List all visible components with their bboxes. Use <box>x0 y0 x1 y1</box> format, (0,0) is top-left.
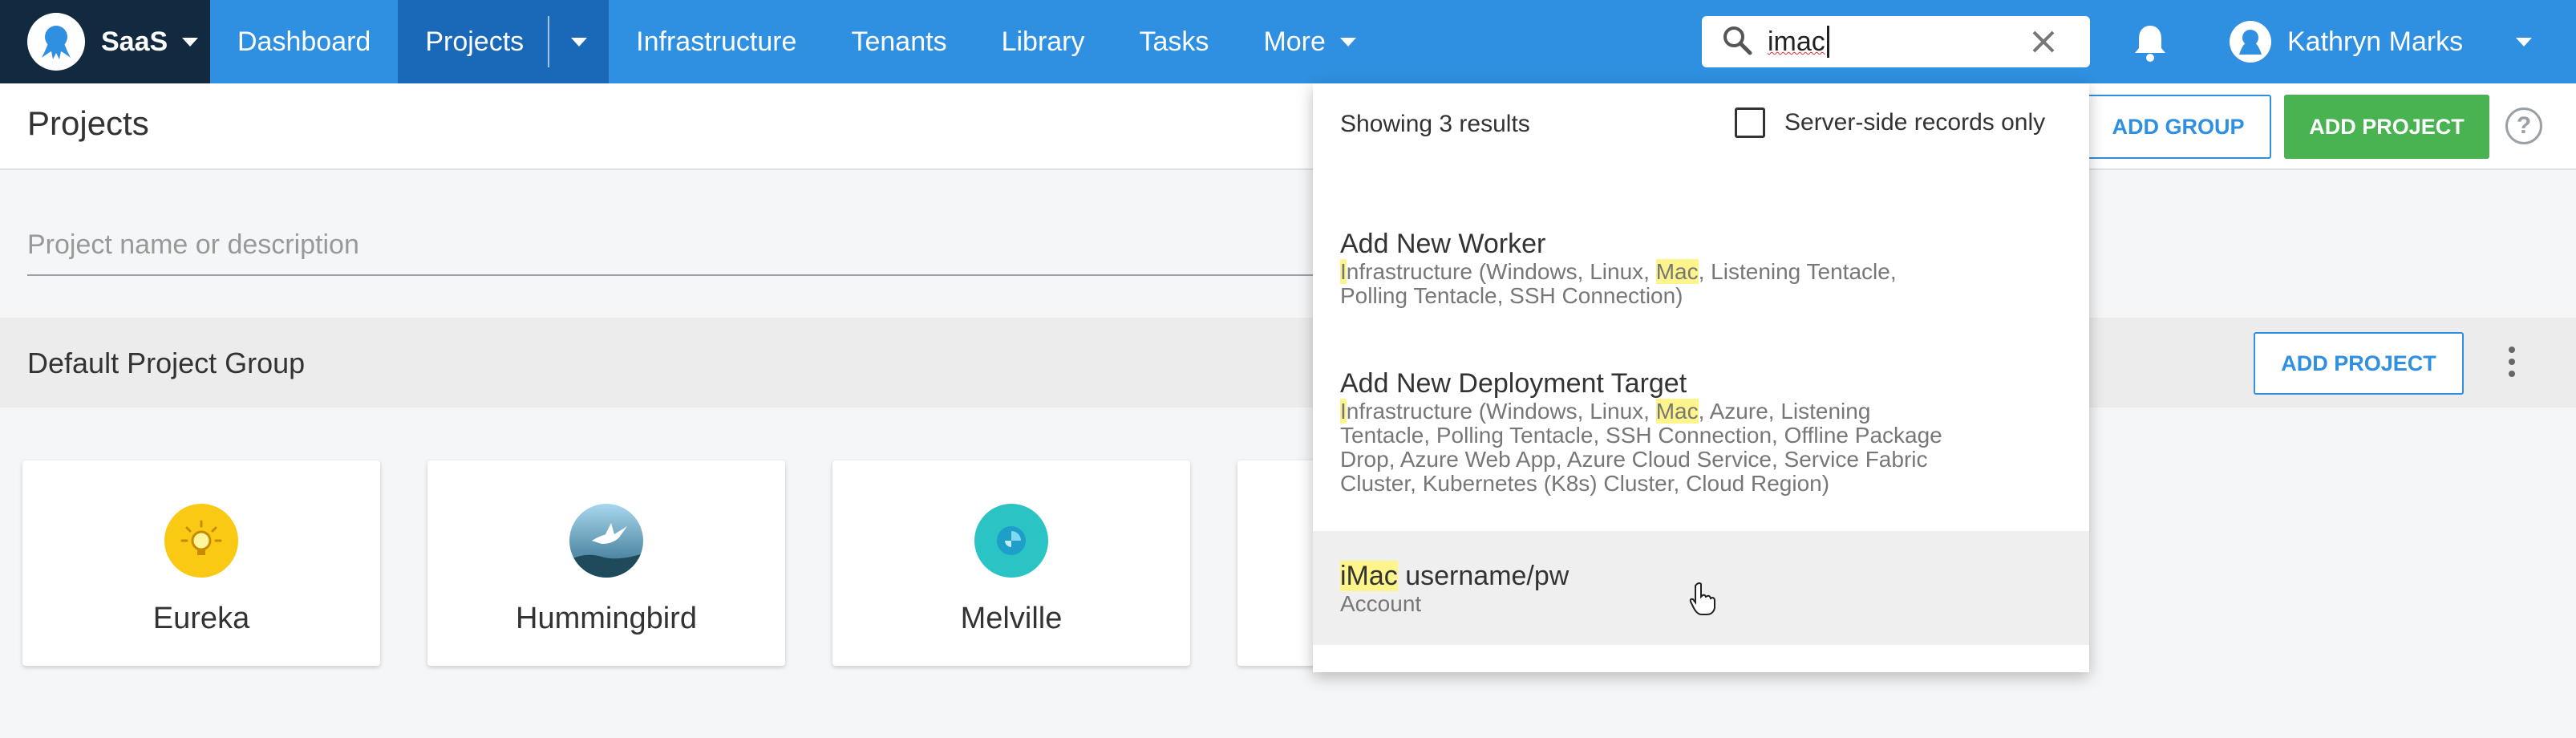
server-side-checkbox[interactable]: Server-side records only <box>1735 107 2045 138</box>
nav-tasks[interactable]: Tasks <box>1112 0 1237 83</box>
nav-infrastructure[interactable]: Infrastructure <box>609 0 824 83</box>
group-add-project-button[interactable]: ADD PROJECT <box>2254 332 2464 395</box>
result-subtitle: Infrastructure (Windows, Linux, Mac, Azu… <box>1340 399 1942 496</box>
top-navigation: SaaS Dashboard Projects Infrastructure T… <box>0 0 2576 83</box>
chevron-down-icon <box>571 37 588 47</box>
search-highlight: I <box>1340 399 1347 424</box>
result-title: Add New Deployment Target <box>1340 368 1687 399</box>
project-name: Eureka <box>152 602 250 635</box>
chevron-down-icon <box>182 37 199 47</box>
nav-projects-group: Projects <box>398 0 610 83</box>
nav-projects[interactable]: Projects <box>398 0 549 83</box>
project-name: Hummingbird <box>516 602 697 635</box>
nav-more[interactable]: More <box>1236 0 1383 83</box>
projects-dropdown-button[interactable] <box>549 0 609 83</box>
more-options-icon[interactable] <box>2509 347 2515 377</box>
search-highlight: iMac <box>1340 561 1398 591</box>
nav-tenants[interactable]: Tenants <box>824 0 974 83</box>
result-title: Add New Worker <box>1340 229 1546 259</box>
project-card-melville[interactable]: Melville <box>832 460 1190 666</box>
hummingbird-icon <box>569 504 643 578</box>
space-name: SaaS <box>101 26 168 57</box>
avatar <box>2230 21 2271 63</box>
search-result-item[interactable]: Add New Worker Infrastructure (Windows, … <box>1313 228 2089 348</box>
help-icon[interactable]: ? <box>2505 107 2542 144</box>
search-highlight: Mac <box>1655 259 1699 284</box>
checkbox-box[interactable] <box>1735 107 1765 138</box>
nav-dashboard[interactable]: Dashboard <box>210 0 398 83</box>
project-filter-input[interactable]: Project name or description <box>27 223 1351 276</box>
results-count: Showing 3 results <box>1340 111 1530 137</box>
project-card-hummingbird[interactable]: Hummingbird <box>427 460 785 666</box>
search-input[interactable]: imac <box>1702 16 2090 67</box>
space-switcher[interactable]: SaaS <box>0 0 210 83</box>
close-icon[interactable] <box>2031 29 2056 59</box>
nav-more-label: More <box>1263 26 1326 57</box>
search-value[interactable]: imac <box>1768 26 1829 58</box>
project-name: Melville <box>960 602 1063 635</box>
result-subtitle: Infrastructure (Windows, Linux, Mac, Lis… <box>1340 259 1897 308</box>
chevron-down-icon <box>1339 37 1356 47</box>
add-group-button[interactable]: ADD GROUP <box>2085 95 2271 159</box>
chevron-down-icon <box>2516 37 2533 47</box>
server-side-label: Server-side records only <box>1784 109 2046 136</box>
project-group-title: Default Project Group <box>27 347 306 379</box>
add-project-button[interactable]: ADD PROJECT <box>2284 95 2489 159</box>
whale-icon <box>974 504 1048 578</box>
lightbulb-icon <box>164 504 238 578</box>
project-card-eureka[interactable]: Eureka <box>22 460 380 666</box>
project-group-header: Default Project Group ADD PROJECT <box>0 318 2576 408</box>
nav-library[interactable]: Library <box>974 0 1112 83</box>
hand-pointer-cursor-icon <box>1689 582 1716 620</box>
page-title: Projects <box>27 104 149 142</box>
user-name: Kathryn Marks <box>2287 26 2464 57</box>
octopus-logo-icon <box>27 13 85 71</box>
search-icon <box>1721 24 1753 60</box>
notifications-bell-icon[interactable] <box>2132 22 2169 67</box>
search-highlight: I <box>1340 259 1347 284</box>
search-highlight: Mac <box>1655 399 1699 424</box>
user-menu[interactable]: Kathryn Marks <box>2230 0 2533 83</box>
